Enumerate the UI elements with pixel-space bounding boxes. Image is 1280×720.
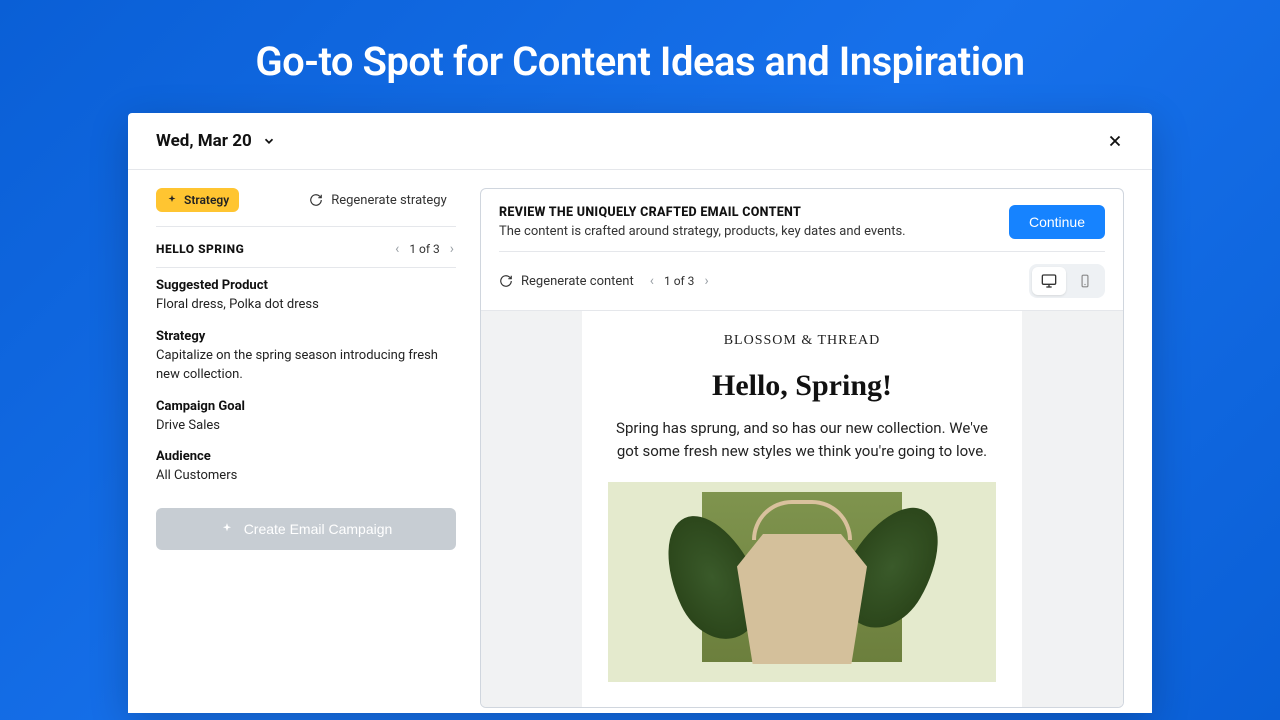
close-button[interactable]: [1106, 132, 1124, 150]
audience-label: Audience: [156, 449, 456, 464]
strategy-panel: Strategy Regenerate strategy HELLO SPRIN…: [156, 188, 456, 708]
preview-subtitle: The content is crafted around strategy, …: [499, 224, 906, 239]
sparkle-icon: [220, 522, 234, 536]
sparkle-icon: [166, 194, 178, 206]
refresh-icon: [499, 274, 513, 288]
email-preview-frame: BLOSSOM & THREAD Hello, Spring! Spring h…: [481, 310, 1123, 707]
strategy-chip[interactable]: Strategy: [156, 188, 239, 212]
content-card: Wed, Mar 20 Strategy Regenerate strategy…: [128, 113, 1152, 713]
regenerate-content-label: Regenerate content: [521, 274, 634, 289]
chevron-down-icon: [262, 134, 276, 148]
mobile-icon: [1078, 274, 1092, 288]
card-body: Strategy Regenerate strategy HELLO SPRIN…: [128, 170, 1152, 708]
suggested-product-label: Suggested Product: [156, 278, 456, 293]
strategy-value: Capitalize on the spring season introduc…: [156, 347, 456, 385]
regenerate-content-button[interactable]: Regenerate content: [499, 274, 634, 289]
strategy-pager: ‹ 1 of 3 ›: [393, 241, 456, 257]
refresh-icon: [309, 193, 323, 207]
audience-value: All Customers: [156, 467, 456, 486]
continue-button[interactable]: Continue: [1009, 205, 1105, 239]
date-text: Wed, Mar 20: [156, 131, 252, 151]
monitor-icon: [1041, 273, 1057, 289]
hero-title: Go-to Spot for Content Ideas and Inspira…: [0, 0, 1280, 113]
regenerate-strategy-button[interactable]: Regenerate strategy: [309, 193, 447, 208]
strategy-label: Strategy: [156, 329, 456, 344]
campaign-goal-label: Campaign Goal: [156, 399, 456, 414]
preview-column: REVIEW THE UNIQUELY CRAFTED EMAIL CONTEN…: [480, 188, 1124, 708]
mobile-view-button[interactable]: [1068, 267, 1102, 295]
regenerate-strategy-label: Regenerate strategy: [331, 193, 447, 208]
content-prev-button[interactable]: ‹: [648, 273, 656, 289]
create-email-campaign-label: Create Email Campaign: [244, 521, 393, 537]
email-hero-image: [608, 482, 996, 682]
content-pager: ‹ 1 of 3 ›: [648, 273, 711, 289]
campaign-goal-value: Drive Sales: [156, 417, 456, 436]
strategy-prev-button[interactable]: ‹: [393, 241, 401, 257]
device-toggle: [1029, 264, 1105, 298]
strategy-title: HELLO SPRING: [156, 242, 244, 256]
desktop-view-button[interactable]: [1032, 267, 1066, 295]
email-headline: Hello, Spring!: [608, 369, 996, 403]
strategy-next-button[interactable]: ›: [448, 241, 456, 257]
email-body-text: Spring has sprung, and so has our new co…: [608, 417, 996, 462]
preview-title: REVIEW THE UNIQUELY CRAFTED EMAIL CONTEN…: [499, 205, 906, 220]
strategy-chip-label: Strategy: [184, 193, 229, 207]
content-pager-text: 1 of 3: [664, 274, 694, 288]
preview-panel: REVIEW THE UNIQUELY CRAFTED EMAIL CONTEN…: [480, 188, 1124, 708]
email-brand: BLOSSOM & THREAD: [608, 333, 996, 349]
card-header: Wed, Mar 20: [128, 113, 1152, 170]
date-selector[interactable]: Wed, Mar 20: [156, 131, 276, 151]
email-canvas: BLOSSOM & THREAD Hello, Spring! Spring h…: [582, 311, 1022, 707]
suggested-product-value: Floral dress, Polka dot dress: [156, 296, 456, 315]
close-icon: [1106, 132, 1124, 150]
content-next-button[interactable]: ›: [702, 273, 710, 289]
garment-graphic: [737, 534, 867, 664]
create-email-campaign-button[interactable]: Create Email Campaign: [156, 508, 456, 550]
strategy-pager-text: 1 of 3: [409, 242, 439, 256]
